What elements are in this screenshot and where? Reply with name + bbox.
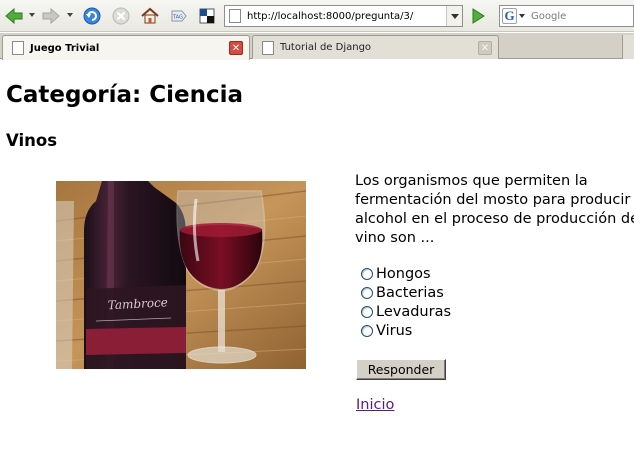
option-label: Bacterias	[376, 284, 444, 301]
home-button[interactable]	[139, 5, 161, 27]
stop-icon	[112, 7, 130, 25]
browser-toolbar: TAG G	[0, 0, 634, 32]
reload-button[interactable]	[81, 5, 103, 27]
page-content: Categoría: Ciencia Vinos Tambroce Los or…	[0, 60, 634, 460]
tag-icon: TAG	[171, 10, 187, 22]
close-icon[interactable]: ✕	[229, 41, 243, 55]
responder-button[interactable]: Responder	[356, 359, 446, 380]
option-label: Virus	[376, 322, 413, 339]
bookmark-button[interactable]	[196, 5, 218, 27]
svg-text:TAG: TAG	[172, 15, 183, 21]
home-icon	[141, 7, 159, 24]
back-history-dropdown[interactable]	[29, 13, 35, 17]
tab-juego-trivial[interactable]: Juego Trivial ✕	[2, 35, 250, 60]
reload-icon	[83, 7, 101, 25]
google-icon: G	[502, 8, 517, 24]
option-hongos[interactable]: Hongos	[361, 264, 451, 283]
back-arrow-icon	[5, 7, 23, 25]
answer-options: Hongos Bacterias Levaduras Virus	[361, 264, 451, 340]
forward-history-dropdown[interactable]	[67, 13, 73, 17]
chevron-down-icon	[519, 14, 525, 18]
question-text: Los organismos que permiten la fermentac…	[355, 173, 634, 246]
option-radio[interactable]	[361, 286, 373, 299]
forward-arrow-icon	[42, 7, 60, 25]
question-title: Vinos	[6, 131, 58, 150]
option-label: Levaduras	[376, 303, 452, 320]
option-bacterias[interactable]: Bacterias	[361, 283, 451, 302]
tab-tutorial-de-django[interactable]: Tutorial de Django ✕	[252, 35, 499, 59]
home-link[interactable]: Inicio	[356, 397, 394, 413]
page-icon	[262, 40, 274, 55]
tab-scroll-button[interactable]	[622, 35, 634, 59]
wine-photo: Tambroce	[56, 181, 306, 369]
option-levaduras[interactable]: Levaduras	[361, 302, 451, 321]
go-arrow-icon	[472, 8, 485, 24]
url-input[interactable]	[247, 7, 443, 25]
search-engine-selector[interactable]: G	[502, 7, 528, 25]
bookmark-icon	[199, 8, 215, 24]
page-icon	[229, 9, 241, 23]
stop-button[interactable]	[110, 5, 132, 27]
back-button[interactable]	[3, 5, 25, 27]
option-label: Hongos	[376, 265, 431, 282]
tab-label: Tutorial de Django	[280, 42, 372, 53]
tab-label: Juego Trivial	[30, 42, 100, 54]
url-history-dropdown[interactable]	[446, 6, 462, 26]
tag-button[interactable]: TAG	[168, 5, 190, 27]
wine-bottle-and-glass-image: Tambroce	[56, 181, 306, 369]
option-radio[interactable]	[361, 267, 373, 280]
category-heading: Categoría: Ciencia	[6, 82, 243, 108]
search-input[interactable]	[531, 7, 631, 25]
close-icon[interactable]: ✕	[478, 41, 492, 55]
tab-strip: Juego Trivial ✕ Tutorial de Django ✕	[0, 33, 634, 60]
go-button[interactable]	[467, 5, 489, 27]
option-radio[interactable]	[361, 324, 373, 337]
address-bar[interactable]	[224, 5, 463, 27]
page-icon	[12, 41, 24, 55]
search-bar[interactable]: G	[499, 5, 634, 27]
option-virus[interactable]: Virus	[361, 321, 451, 340]
option-radio[interactable]	[361, 305, 373, 318]
forward-button[interactable]	[40, 5, 62, 27]
